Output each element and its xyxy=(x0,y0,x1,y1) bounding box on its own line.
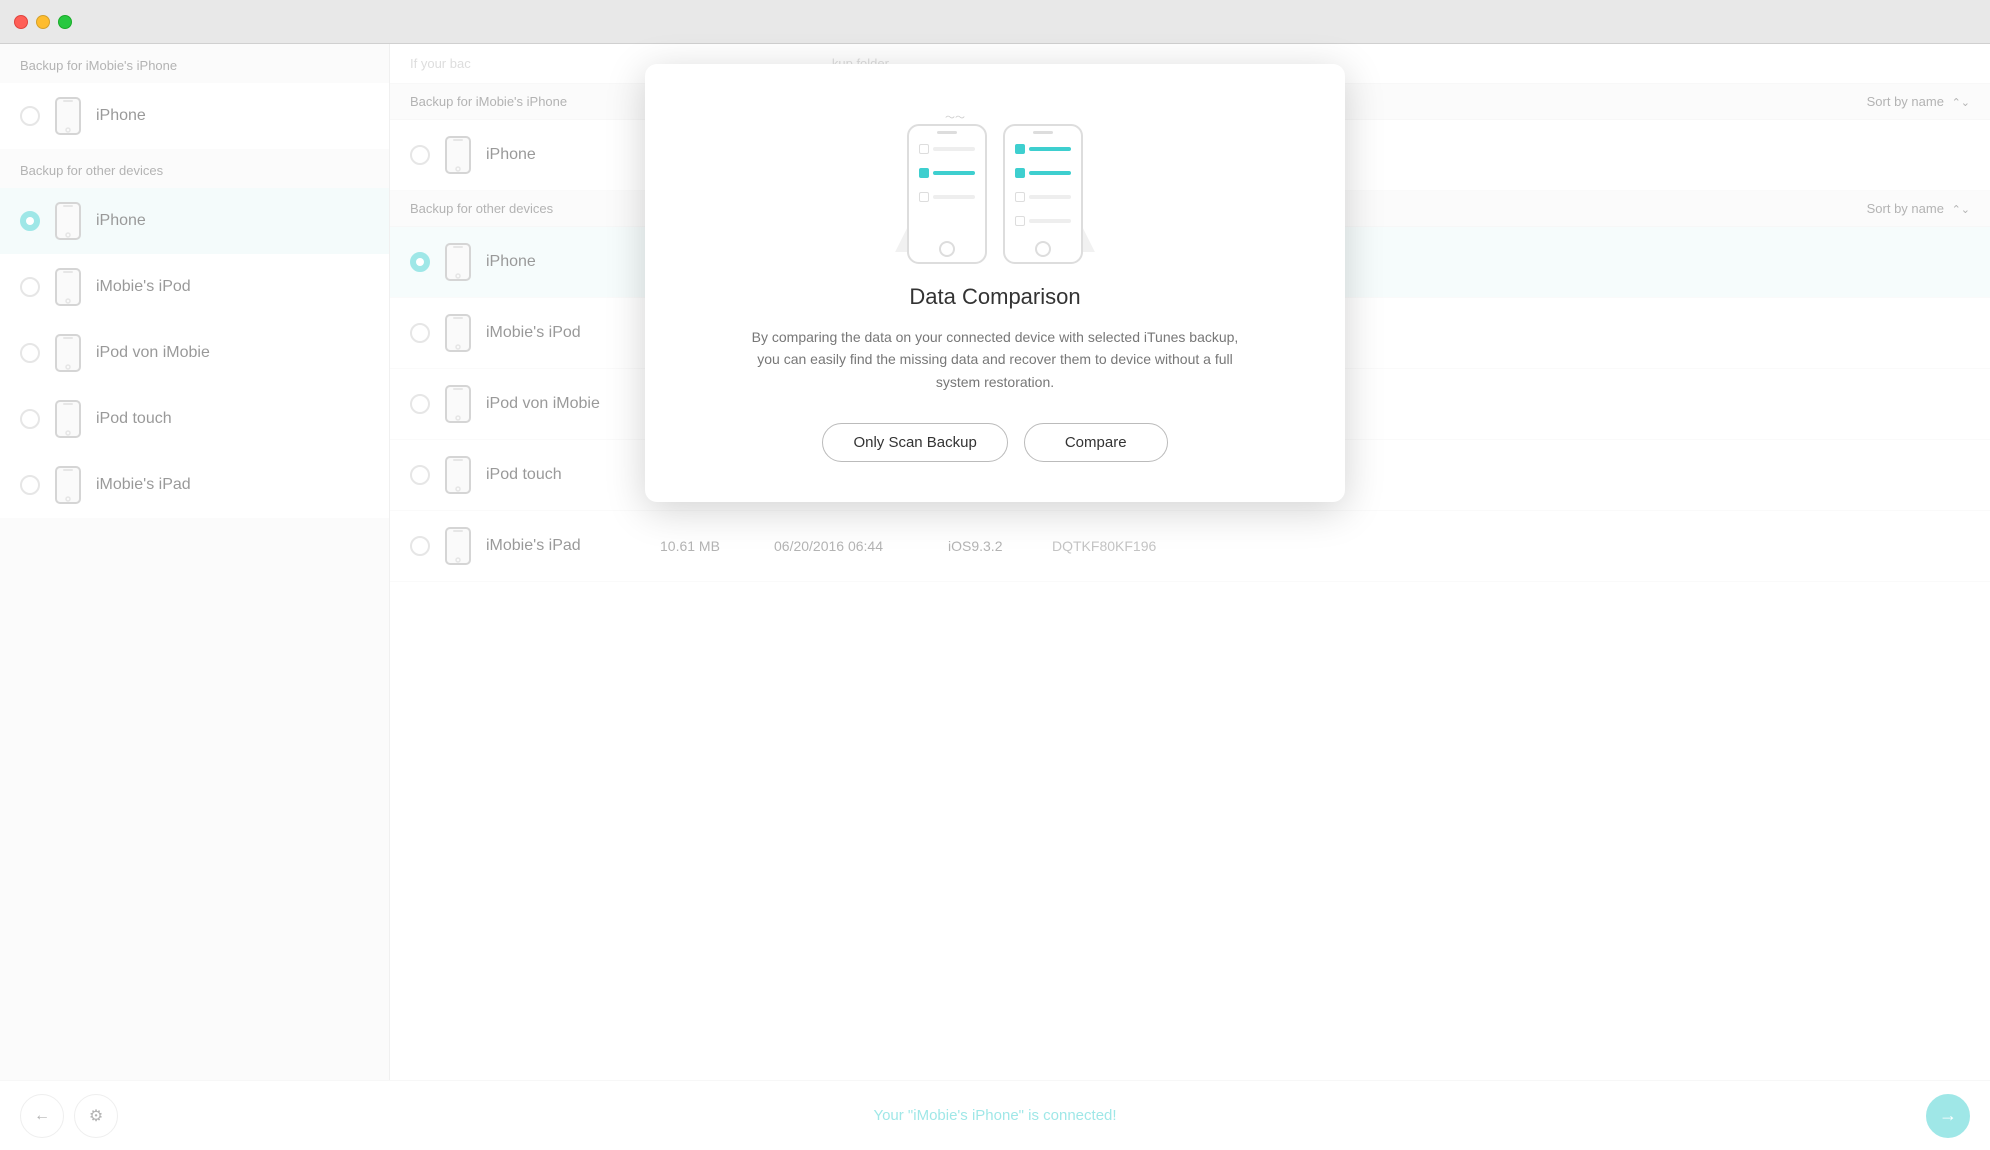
phone-row-2d xyxy=(1011,216,1075,226)
phone-row-2c xyxy=(1011,192,1075,202)
phone-row-1a xyxy=(915,144,979,154)
phone-row-1c xyxy=(915,192,979,202)
phone-line-2b xyxy=(1029,171,1071,175)
modal-title: Data Comparison xyxy=(909,284,1080,310)
modal-overlay: ▲ ▲ ▲ ▲ 〜〜 xyxy=(0,44,1990,1150)
scan-backup-button[interactable]: Only Scan Backup xyxy=(822,423,1007,462)
phone-line-1b xyxy=(933,171,975,175)
phone-line-1c xyxy=(933,195,975,199)
phone-row-2b xyxy=(1011,168,1075,178)
phone-illustration-2 xyxy=(1003,124,1083,264)
compare-button[interactable]: Compare xyxy=(1024,423,1168,462)
phone-check-2a xyxy=(1015,144,1025,154)
phone-check-2d xyxy=(1015,216,1025,226)
modal-illustration-container: ▲ ▲ ▲ ▲ 〜〜 xyxy=(875,104,1115,264)
phone-illustration-1 xyxy=(907,124,987,264)
phone-row-2a xyxy=(1011,144,1075,154)
bird-icon: 〜〜 xyxy=(945,109,965,124)
phone-check-2c xyxy=(1015,192,1025,202)
phone-check-2b xyxy=(1015,168,1025,178)
phone-line-2d xyxy=(1029,219,1071,223)
maximize-button[interactable] xyxy=(58,15,72,29)
modal-description: By comparing the data on your connected … xyxy=(745,326,1245,393)
phone-line-2a xyxy=(1029,147,1071,151)
close-button[interactable] xyxy=(14,15,28,29)
app-body: Backup for iMobie's iPhone iPhone Backup… xyxy=(0,44,1990,1150)
phone-illustrations xyxy=(907,124,1083,264)
phone-line-1a xyxy=(933,147,975,151)
title-bar xyxy=(0,0,1990,44)
phone-row-1b xyxy=(915,168,979,178)
modal-buttons: Only Scan Backup Compare xyxy=(822,423,1167,462)
phone-check-1c xyxy=(919,192,929,202)
modal-dialog: ▲ ▲ ▲ ▲ 〜〜 xyxy=(645,64,1345,502)
phone-check-1b xyxy=(919,168,929,178)
phone-check-1a xyxy=(919,144,929,154)
phone-line-2c xyxy=(1029,195,1071,199)
minimize-button[interactable] xyxy=(36,15,50,29)
